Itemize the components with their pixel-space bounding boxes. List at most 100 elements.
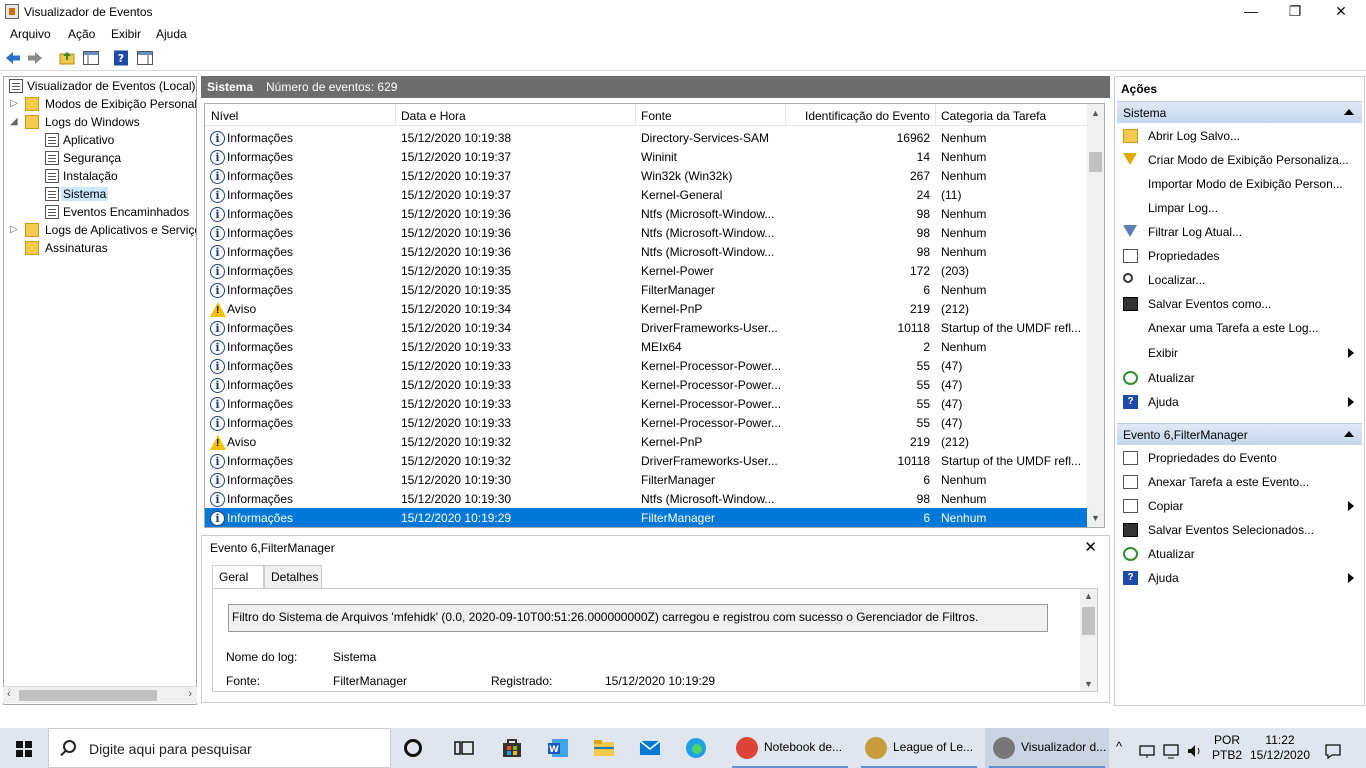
action-anexar-uma-tarefa-a-este-log[interactable]: Anexar uma Tarefa a este Log... [1117,317,1362,339]
menu-arquivo[interactable]: Arquivo [10,27,51,41]
open-folder-icon[interactable] [58,49,76,67]
chevron-down-icon[interactable]: ▼ [1084,679,1093,689]
chevron-down-icon[interactable]: ◢ [10,116,18,127]
table-row[interactable]: i Informações 15/12/2020 10:19:35 FilterMan… [205,280,1087,299]
chevron-down-icon[interactable]: ▼ [1091,513,1100,523]
collapse-icon[interactable] [1344,109,1354,115]
table-row[interactable]: i Informações 15/12/2020 10:19:37 Wininit 14… [205,147,1087,166]
cortana-icon[interactable] [404,739,422,757]
table-row[interactable]: i Informações 15/12/2020 10:19:37 Win32k (W… [205,166,1087,185]
column-level[interactable]: Nível [211,109,238,123]
back-icon[interactable] [4,49,22,67]
action-ajuda[interactable]: ? Ajuda [1117,567,1362,589]
action-anexar-tarefa-a-este-evento[interactable]: Anexar Tarefa a este Evento... [1117,471,1362,493]
volume-icon[interactable] [1186,739,1204,763]
table-row[interactable]: i Informações 15/12/2020 10:19:34 DriverFra… [205,318,1087,337]
table-row[interactable]: i Informações 15/12/2020 10:19:36 Ntfs (Mic… [205,204,1087,223]
action-importar-modo-de-exibi-o-person[interactable]: Importar Modo de Exibição Person... [1117,173,1362,195]
tab-details[interactable]: Detalhes [264,565,322,589]
language-indicator[interactable]: POR PTB2 [1212,733,1242,768]
scrollbar-thumb[interactable] [1089,152,1102,172]
taskbar-search[interactable]: Digite aqui para pesquisar [48,728,391,768]
table-row[interactable]: i Informações 15/12/2020 10:19:30 FilterMan… [205,470,1087,489]
chevron-right-icon[interactable]: › [188,688,192,700]
minimize-button[interactable]: — [1228,0,1274,24]
tree-app-services-logs[interactable]: ▷ Logs de Aplicativos e Serviço... [10,221,196,239]
close-button[interactable]: ✕ [1318,0,1364,24]
taskbar-app[interactable]: Notebook de... [728,728,852,768]
table-row[interactable]: Aviso 15/12/2020 10:19:34 Kernel-PnP 219 (21… [205,299,1087,318]
tab-general[interactable]: Geral [212,565,264,590]
display-icon[interactable] [1162,739,1180,763]
action-criar-modo-de-exibi-o-personaliza[interactable]: Criar Modo de Exibição Personaliza... [1117,149,1362,171]
menu-exibir[interactable]: Exibir [111,27,141,41]
action-filtrar-log-atual[interactable]: Filtrar Log Atual... [1117,221,1362,243]
show-hide-actions-icon[interactable] [136,49,154,67]
help-icon[interactable]: ? [112,49,130,67]
action-abrir-log-salvo[interactable]: Abrir Log Salvo... [1117,125,1362,147]
chevron-left-icon[interactable]: ‹ [7,688,11,700]
table-row[interactable]: i Informações 15/12/2020 10:19:35 Kernel-Po… [205,261,1087,280]
action-salvar-eventos-como[interactable]: Salvar Eventos como... [1117,293,1362,315]
table-row[interactable]: i Informações 15/12/2020 10:19:38 Directory… [205,128,1087,147]
table-row[interactable]: i Informações 15/12/2020 10:19:33 Kernel-Pr… [205,413,1087,432]
action-salvar-eventos-selecionados[interactable]: Salvar Eventos Selecionados... [1117,519,1362,541]
store-icon[interactable] [500,736,524,760]
table-row[interactable]: Aviso 15/12/2020 10:19:32 Kernel-PnP 219 (21… [205,432,1087,451]
file-explorer-icon[interactable] [592,736,616,760]
table-row[interactable]: i Informações 15/12/2020 10:19:36 Ntfs (Mic… [205,223,1087,242]
chevron-right-icon[interactable]: ▷ [10,224,18,235]
chevron-up-icon[interactable]: ▲ [1084,591,1093,601]
action-limpar-log[interactable]: Limpar Log... [1117,197,1362,219]
column-task-category[interactable]: Categoria da Tarefa [941,109,1046,123]
chevron-right-icon[interactable]: ▷ [10,98,18,109]
action-localizar[interactable]: Localizar... [1117,269,1362,291]
clock[interactable]: 11:22 15/12/2020 [1246,733,1314,768]
table-row[interactable]: i Informações 15/12/2020 10:19:33 Kernel-Pr… [205,375,1087,394]
tree-custom-views[interactable]: ▷ Modos de Exibição Personali... [10,95,196,113]
event-list-scrollbar[interactable]: ▲ ▼ [1087,104,1104,527]
network-icon[interactable] [1138,739,1156,763]
start-button[interactable] [0,728,48,768]
actions-section-event[interactable]: Evento 6,FilterManager [1117,423,1362,445]
table-row[interactable]: i Informações 15/12/2020 10:19:37 Kernel-Ge… [205,185,1087,204]
action-copiar[interactable]: Copiar [1117,495,1362,517]
action-propriedades-do-evento[interactable]: Propriedades do Evento [1117,447,1362,469]
action-atualizar[interactable]: Atualizar [1117,367,1362,389]
action-exibir[interactable]: Exibir [1117,342,1362,364]
task-view-icon[interactable] [452,736,476,760]
close-icon[interactable]: ✕ [1084,538,1097,556]
maximize-button[interactable]: ❐ [1272,0,1318,24]
edge-icon[interactable] [684,736,708,760]
action-ajuda[interactable]: ? Ajuda [1117,391,1362,413]
menu-acao[interactable]: Ação [68,27,95,41]
notifications-icon[interactable] [1324,739,1342,763]
table-row[interactable]: i Informações 15/12/2020 10:19:33 Kernel-Pr… [205,394,1087,413]
table-row[interactable]: i Informações 15/12/2020 10:19:33 MEIx64 2 Ne… [205,337,1087,356]
detail-scrollbar[interactable]: ▲ ▼ [1080,589,1097,691]
action-atualizar[interactable]: Atualizar [1117,543,1362,565]
actions-section-system[interactable]: Sistema [1117,101,1362,123]
chevron-up-icon[interactable]: ^ [1116,739,1122,768]
taskbar-app[interactable]: League of Le... [857,728,981,768]
taskbar-app[interactable]: Visualizador d... [985,728,1109,768]
chevron-up-icon[interactable]: ▲ [1091,108,1100,118]
forward-icon[interactable] [26,49,44,67]
tree-horizontal-scrollbar[interactable]: ‹ › [3,686,197,703]
scrollbar-thumb[interactable] [1082,607,1095,635]
collapse-icon[interactable] [1344,431,1354,437]
table-row[interactable]: i Informações 15/12/2020 10:19:30 Ntfs (Mic… [205,489,1087,508]
column-date[interactable]: Data e Hora [401,109,466,123]
event-description[interactable]: Filtro do Sistema de Arquivos 'mfehidk' … [228,604,1048,632]
menu-ajuda[interactable]: Ajuda [156,27,187,41]
column-source[interactable]: Fonte [641,109,672,123]
table-row[interactable]: i Informações 15/12/2020 10:19:33 Kernel-Pr… [205,356,1087,375]
table-row[interactable]: i Informações 15/12/2020 10:19:32 DriverFra… [205,451,1087,470]
show-hide-tree-icon[interactable] [82,49,100,67]
table-row[interactable]: i Informações 15/12/2020 10:19:29 FilterMan… [205,508,1087,527]
table-row[interactable]: i Informações 15/12/2020 10:19:36 Ntfs (Mic… [205,242,1087,261]
scrollbar-thumb[interactable] [19,690,157,701]
word-icon[interactable]: W [546,736,570,760]
column-event-id[interactable]: Identificação do Evento [805,109,930,123]
mail-icon[interactable] [638,736,662,760]
